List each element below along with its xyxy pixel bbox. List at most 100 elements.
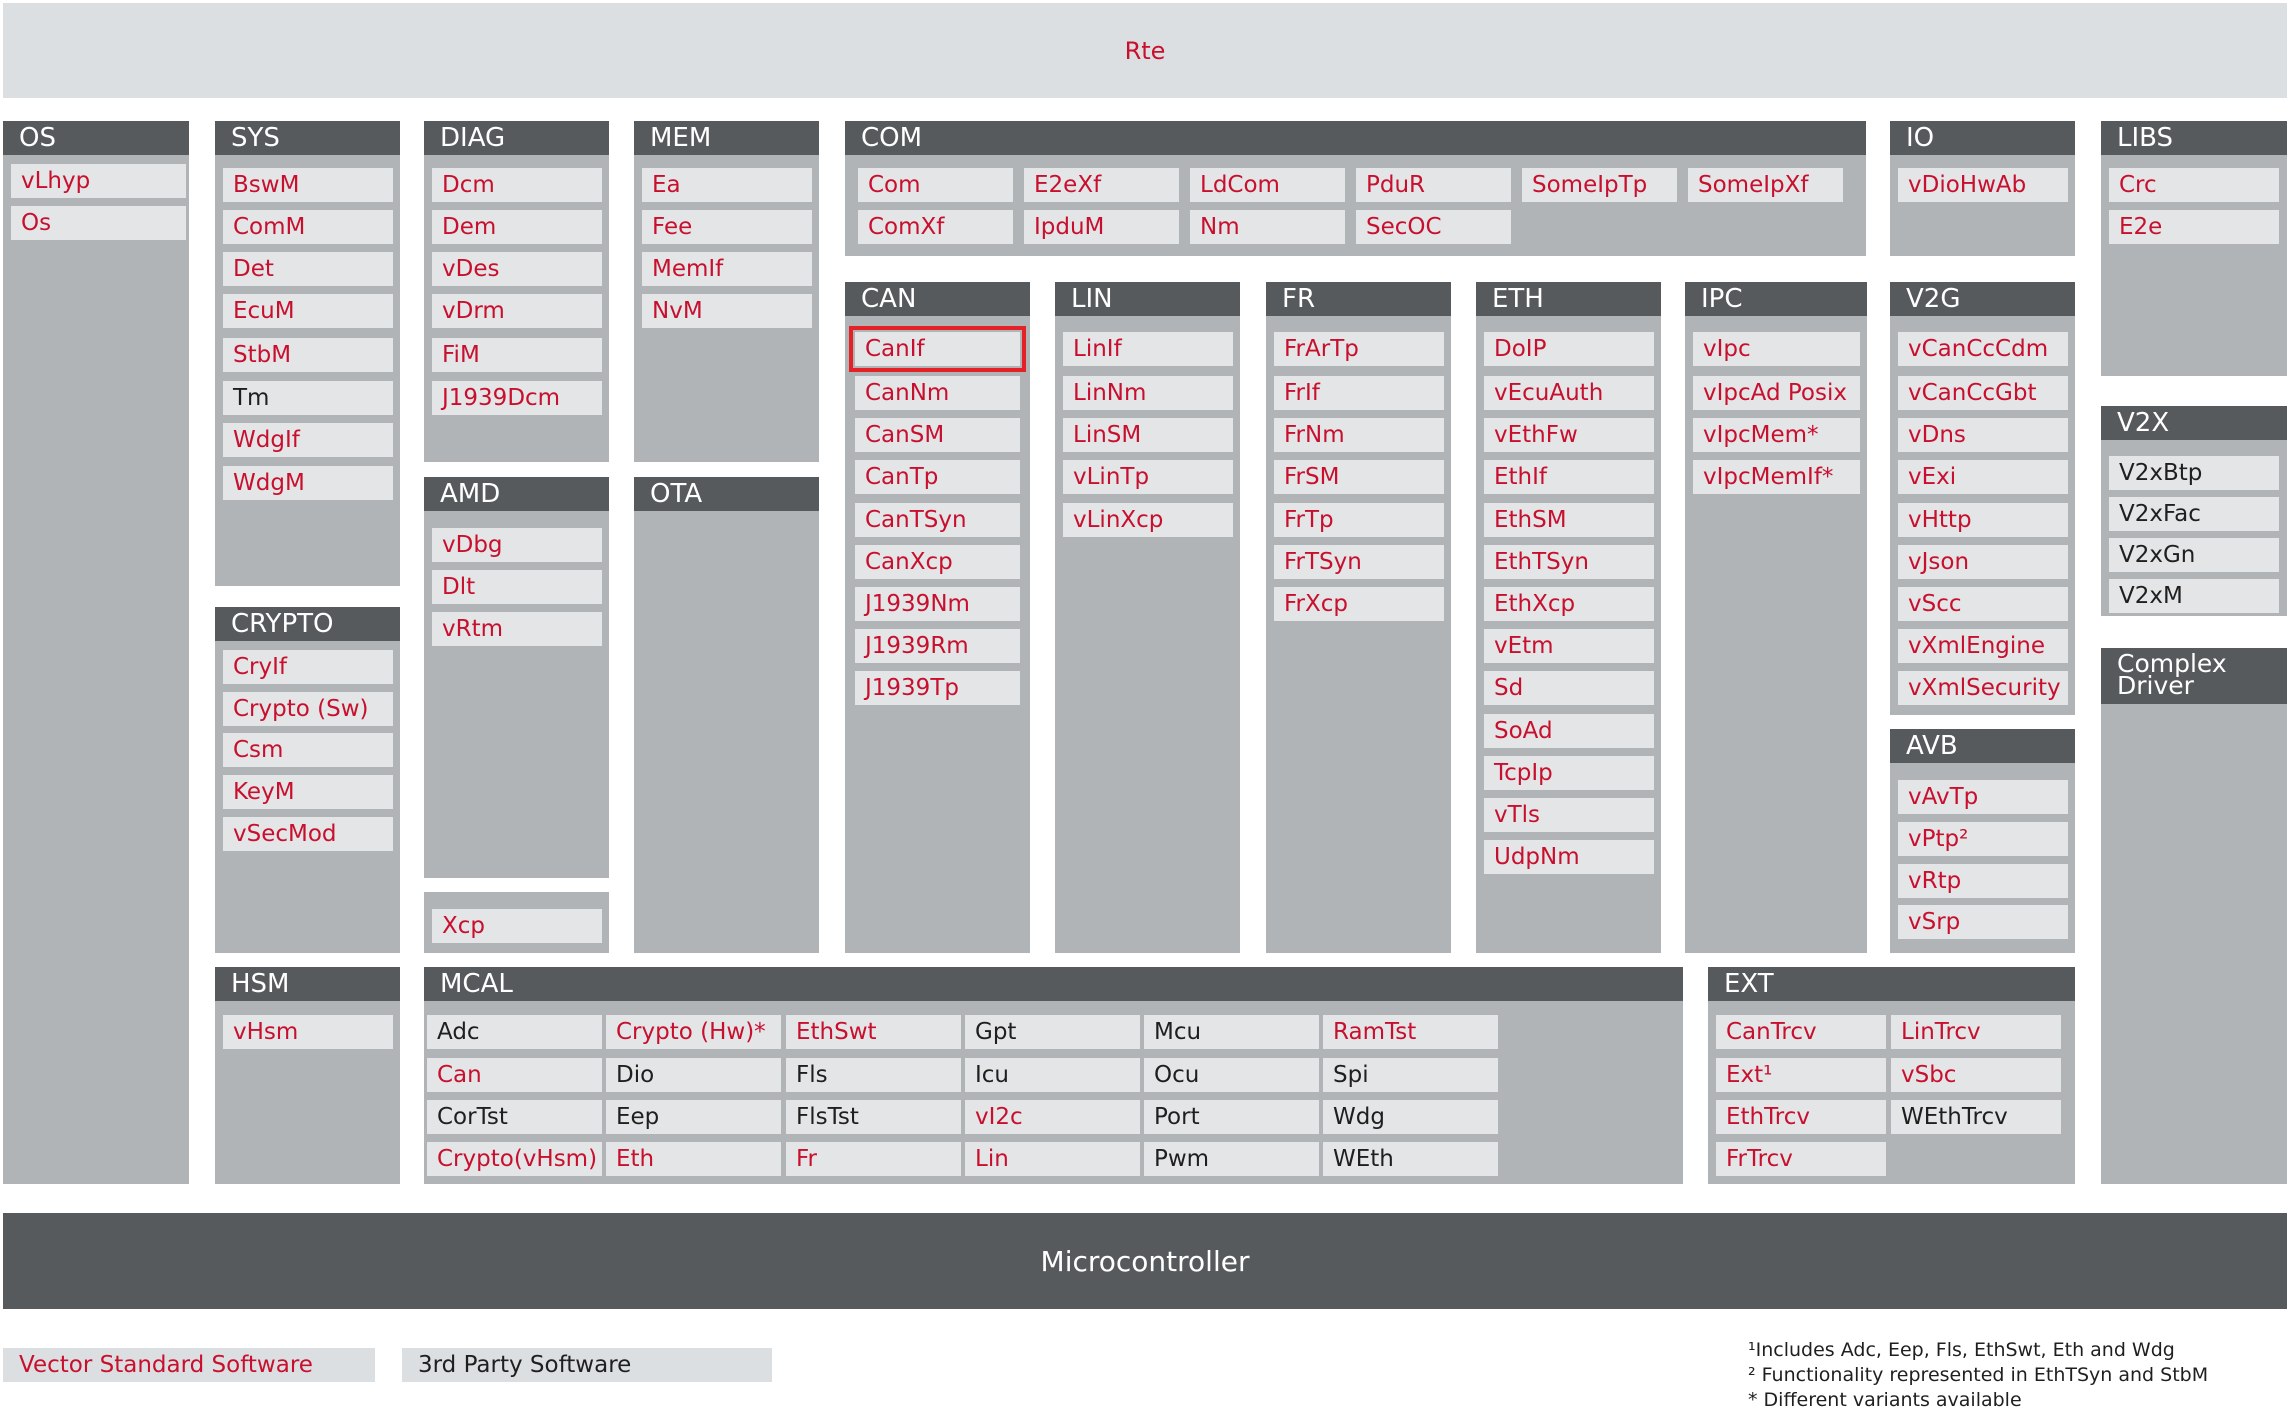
module-vipcmem: vIpcMem* (1693, 418, 1860, 452)
module-csm: Csm (223, 733, 393, 767)
module-linsm: LinSM (1063, 418, 1233, 452)
group-io-header: IO (1890, 121, 2075, 155)
module-vdbg: vDbg (432, 528, 602, 562)
module-vcancccdm: vCanCcCdm (1898, 332, 2068, 366)
group-diag: DIAG Dcm Dem vDes vDrm FiM J1939Dcm (424, 121, 609, 462)
module-dio: Dio (606, 1058, 781, 1092)
module-v2xgn: V2xGn (2109, 538, 2279, 572)
group-v2g: V2G vCanCcCdm vCanCcGbt vDns vExi vHttp vJson v… (1890, 282, 2075, 715)
module-vjson: vJson (1898, 545, 2068, 579)
group-com: COM Com E2eXf LdCom PduR SomeIpTp SomeIpXf ComX… (845, 121, 1866, 256)
group-fr: FR FrArTp FrIf FrNm FrSM FrTp FrTSyn FrXcp (1266, 282, 1451, 953)
module-gpt: Gpt (965, 1015, 1140, 1049)
group-fr-header: FR (1266, 282, 1451, 316)
module-ldcom: LdCom (1190, 168, 1345, 202)
module-eth: Eth (606, 1142, 781, 1176)
module-wethtrcv: WEthTrcv (1891, 1100, 2061, 1134)
group-ota: OTA (634, 477, 819, 953)
module-vipcmemif: vIpcMemIf* (1693, 460, 1860, 494)
module-vlinxcp: vLinXcp (1063, 503, 1233, 537)
group-v2x: V2X V2xBtp V2xFac V2xGn V2xM (2101, 406, 2287, 616)
module-ethtsyn: EthTSyn (1484, 545, 1654, 579)
module-fls: Fls (786, 1058, 961, 1092)
group-sys-header: SYS (215, 121, 400, 155)
module-comm: ComM (223, 210, 393, 244)
footnote-3: * Different variants available (1748, 1389, 2022, 1411)
module-frxcp: FrXcp (1274, 587, 1444, 621)
module-frtsyn: FrTSyn (1274, 545, 1444, 579)
module-crypto-hw: Crypto (Hw)* (606, 1015, 781, 1049)
module-vsecmod: vSecMod (223, 817, 393, 851)
module-frnm: FrNm (1274, 418, 1444, 452)
module-vexi: vExi (1898, 460, 2068, 494)
module-ethxcp: EthXcp (1484, 587, 1654, 621)
group-ext: EXT CanTrcv LinTrcv Ext¹ vSbc EthTrcv WEthTrcv… (1708, 967, 2075, 1184)
module-cortst: CorTst (427, 1100, 602, 1134)
group-avb: AVB vAvTp vPtp² vRtp vSrp (1890, 729, 2075, 953)
module-dlt: Dlt (432, 570, 602, 604)
module-tcpip: TcpIp (1484, 756, 1654, 790)
module-cryif: CryIf (223, 650, 393, 684)
group-v2x-header: V2X (2101, 406, 2287, 440)
footnote-2: ² Functionality represented in EthTSyn a… (1748, 1364, 2209, 1386)
module-cantsyn: CanTSyn (855, 503, 1020, 537)
group-xcp: Xcp (424, 892, 609, 953)
module-ethsm: EthSM (1484, 503, 1654, 537)
module-vipcad-posix: vIpcAd Posix (1693, 376, 1860, 410)
module-canxcp: CanXcp (855, 545, 1020, 579)
module-eep: Eep (606, 1100, 781, 1134)
module-crc: Crc (2109, 168, 2279, 202)
module-vdiohwab: vDioHwAb (1898, 168, 2068, 202)
legend-third: 3rd Party Software (402, 1348, 772, 1382)
module-cannm: CanNm (855, 376, 1020, 410)
module-vxmlengine: vXmlEngine (1898, 629, 2068, 663)
module-stbm: StbM (223, 338, 393, 372)
group-avb-header: AVB (1890, 729, 2075, 763)
group-can-header: CAN (845, 282, 1030, 316)
group-mem-header: MEM (634, 121, 819, 155)
module-doip: DoIP (1484, 332, 1654, 366)
group-ota-header: OTA (634, 477, 819, 511)
module-v2xbtp: V2xBtp (2109, 456, 2279, 490)
module-fr: Fr (786, 1142, 961, 1176)
module-mcu: Mcu (1144, 1015, 1319, 1049)
module-dem: Dem (432, 210, 602, 244)
module-vethfw: vEthFw (1484, 418, 1654, 452)
module-cantrcv: CanTrcv (1716, 1015, 1886, 1049)
module-ethswt: EthSwt (786, 1015, 961, 1049)
module-vdes: vDes (432, 252, 602, 286)
module-can: Can (427, 1058, 602, 1092)
footnotes: ¹Includes Adc, Eep, Fls, EthSwt, Eth and… (1748, 1338, 2288, 1413)
module-frtrcv: FrTrcv (1716, 1142, 1886, 1176)
group-ipc: IPC vIpc vIpcAd Posix vIpcMem* vIpcMemIf* (1685, 282, 1867, 953)
group-hsm-header: HSM (215, 967, 400, 1001)
module-vdns: vDns (1898, 418, 2068, 452)
group-os: OS vLhyp Os (3, 121, 189, 1184)
module-ecum: EcuM (223, 294, 393, 328)
module-bswm: BswM (223, 168, 393, 202)
module-nm: Nm (1190, 210, 1345, 244)
module-j1939dcm: J1939Dcm (432, 381, 602, 415)
group-eth: ETH DoIP vEcuAuth vEthFw EthIf EthSM EthTSyn Et… (1476, 282, 1661, 953)
module-dcm: Dcm (432, 168, 602, 202)
module-frartp: FrArTp (1274, 332, 1444, 366)
module-keym: KeyM (223, 775, 393, 809)
module-ocu: Ocu (1144, 1058, 1319, 1092)
module-memif: MemIf (642, 252, 812, 286)
module-vipc: vIpc (1693, 332, 1860, 366)
module-xcp: Xcp (432, 909, 602, 943)
group-ext-header: EXT (1708, 967, 2075, 1001)
group-complex-driver: Complex Driver (2101, 648, 2287, 1184)
group-ipc-header: IPC (1685, 282, 1867, 316)
group-crypto: CRYPTO CryIf Crypto (Sw) Csm KeyM vSecMod (215, 607, 400, 953)
module-adc: Adc (427, 1015, 602, 1049)
module-vsrp: vSrp (1898, 905, 2068, 939)
module-nvm: NvM (642, 294, 812, 328)
group-com-header: COM (845, 121, 1866, 155)
module-weth: WEth (1323, 1142, 1498, 1176)
group-mcal-header: MCAL (424, 967, 1683, 1001)
group-hsm: HSM vHsm (215, 967, 400, 1184)
microcontroller-label: Microcontroller (1040, 1244, 1250, 1278)
module-ext: Ext¹ (1716, 1058, 1886, 1092)
module-frtp: FrTp (1274, 503, 1444, 537)
